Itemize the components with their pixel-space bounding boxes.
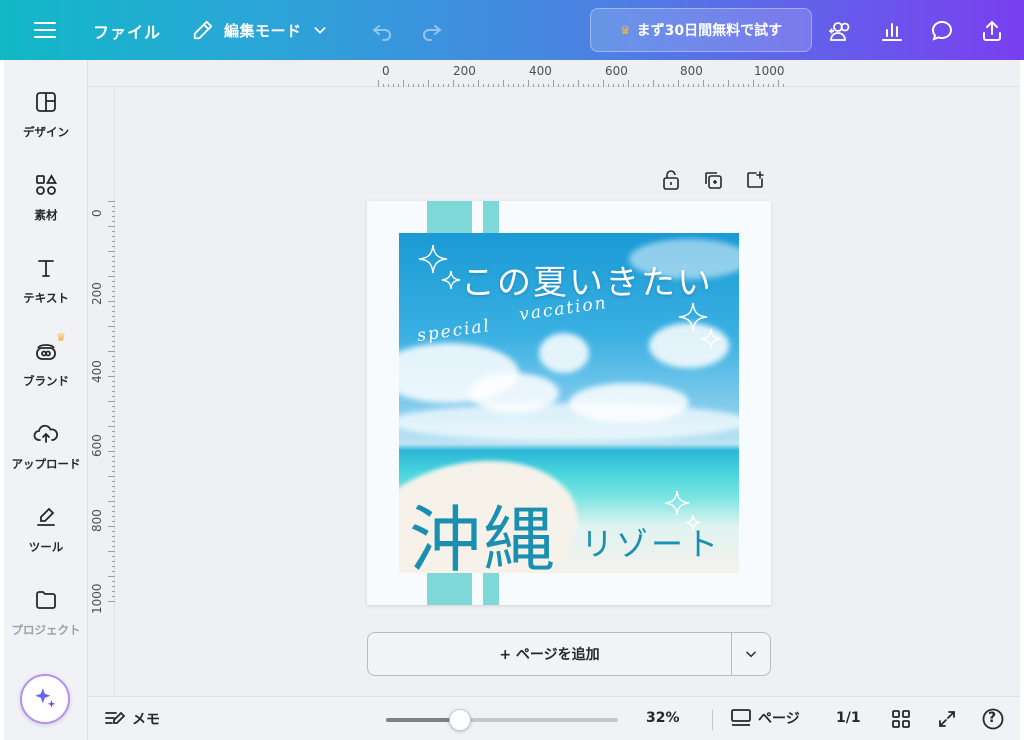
notes-icon	[105, 711, 126, 724]
ruler-label: 600	[605, 64, 628, 78]
sidebar-item-label: ブランド	[23, 374, 69, 388]
pages-button[interactable]: ページ	[730, 708, 800, 728]
sub-title-text[interactable]: リゾート	[581, 519, 721, 565]
ruler-label: 200	[453, 64, 476, 78]
divider	[712, 710, 713, 730]
upload-icon[interactable]	[978, 17, 1006, 45]
page-count: 1/1	[836, 710, 861, 726]
sidebar-item-label: プロジェクト	[11, 623, 81, 637]
ruler-label: 0	[90, 209, 104, 217]
decor-stripe	[483, 201, 499, 233]
sparkle-icon	[418, 244, 461, 290]
left-sidebar: デザイン 素材 テキスト ♛ ブランド アップロード ツール プロジェクト	[4, 60, 88, 740]
notes-label: メモ	[132, 712, 160, 728]
edit-mode-dropdown[interactable]: 編集モード	[192, 16, 328, 44]
undo-icon[interactable]	[370, 18, 394, 46]
sidebar-item-label: アップロード	[11, 457, 81, 471]
pages-label: ページ	[758, 711, 800, 727]
share-people-icon[interactable]	[826, 17, 854, 45]
sidebar-item-brand[interactable]: ♛ ブランド	[4, 331, 88, 403]
script-text-special[interactable]: special	[416, 316, 492, 346]
ruler-label: 1000	[90, 583, 104, 614]
sidebar-item-label: ツール	[28, 540, 64, 554]
chevron-down-icon	[314, 27, 326, 34]
sidebar-item-tools[interactable]: ツール	[4, 497, 88, 569]
add-page-icon[interactable]	[745, 170, 765, 190]
help-button[interactable]: ?	[982, 708, 1004, 730]
sidebar-item-upload[interactable]: アップロード	[4, 414, 88, 486]
sidebar-item-design[interactable]: デザイン	[4, 82, 88, 154]
sidebar-item-label: 素材	[34, 208, 58, 222]
duplicate-icon[interactable]	[703, 170, 723, 190]
ruler-label: 800	[90, 509, 104, 532]
cloud-shape	[399, 403, 739, 441]
decor-stripe	[483, 573, 499, 605]
sidebar-item-elements[interactable]: 素材	[4, 165, 88, 237]
ruler-ticks-vertical	[108, 201, 115, 602]
add-page-options-button[interactable]	[732, 633, 770, 675]
ruler-ticks-horizontal	[378, 80, 784, 87]
zoom-slider[interactable]	[386, 709, 618, 731]
decor-stripe	[427, 573, 472, 605]
insights-icon[interactable]	[878, 17, 906, 45]
add-page-control: + ページを追加	[367, 632, 771, 676]
main-title-text[interactable]: 沖縄	[409, 481, 557, 573]
brand-icon: ♛	[32, 331, 66, 365]
grid-view-icon[interactable]	[890, 708, 912, 730]
bottom-toolbar: メモ 32% ページ 1/1 ?	[88, 696, 1024, 740]
elements-icon	[32, 171, 60, 199]
draw-icon	[32, 503, 60, 531]
redo-icon[interactable]	[420, 18, 444, 46]
free-trial-label: まず30日間無料で試す	[636, 23, 783, 39]
free-trial-button[interactable]: ♛ まず30日間無料で試す	[590, 8, 812, 52]
add-page-button[interactable]: + ページを追加	[368, 633, 732, 675]
sidebar-item-text[interactable]: テキスト	[4, 248, 88, 320]
menu-icon[interactable]	[34, 20, 56, 40]
pages-icon	[731, 709, 751, 726]
window-edge-right	[1020, 60, 1024, 740]
text-icon	[32, 254, 60, 282]
zoom-level[interactable]: 32%	[646, 710, 680, 726]
pencil-icon	[193, 20, 213, 40]
beach-photo[interactable]: この夏いきたい special vacation 沖縄 リゾート	[399, 233, 739, 573]
lock-icon[interactable]	[661, 170, 681, 190]
notes-button[interactable]: メモ	[104, 709, 160, 729]
sparkle-icon	[678, 302, 722, 350]
upload-cloud-icon	[32, 420, 60, 448]
sidebar-item-label: デザイン	[23, 125, 69, 139]
comment-icon[interactable]	[928, 17, 956, 45]
ruler-label: 1000	[754, 64, 785, 78]
magic-assistant-button[interactable]	[20, 674, 70, 724]
ruler-label: 800	[680, 64, 703, 78]
crown-icon: ♛	[56, 331, 66, 344]
crown-icon: ♛	[619, 23, 631, 37]
sidebar-item-projects[interactable]: プロジェクト	[4, 580, 88, 652]
help-icon: ?	[988, 710, 997, 726]
fullscreen-icon[interactable]	[936, 708, 958, 730]
ruler-label: 400	[90, 360, 104, 383]
ruler-label: 400	[529, 64, 552, 78]
ruler-label: 600	[90, 434, 104, 457]
ruler-label: 0	[382, 64, 390, 78]
cloud-shape	[539, 333, 589, 373]
sparkle-icon	[35, 688, 56, 708]
design-page[interactable]: この夏いきたい special vacation 沖縄 リゾート	[367, 201, 771, 605]
decor-stripe	[427, 201, 472, 233]
ruler-label: 200	[90, 282, 104, 305]
zoom-slider-handle[interactable]	[449, 709, 472, 731]
folder-icon	[32, 586, 60, 614]
chevron-down-icon	[746, 651, 756, 658]
edit-mode-label: 編集モード	[224, 21, 302, 40]
sidebar-item-label: テキスト	[23, 291, 69, 305]
file-menu-button[interactable]: ファイル	[93, 19, 161, 43]
design-icon	[32, 88, 60, 116]
top-toolbar: ファイル 編集モード ♛ まず30日間無料で試す	[0, 0, 1024, 60]
